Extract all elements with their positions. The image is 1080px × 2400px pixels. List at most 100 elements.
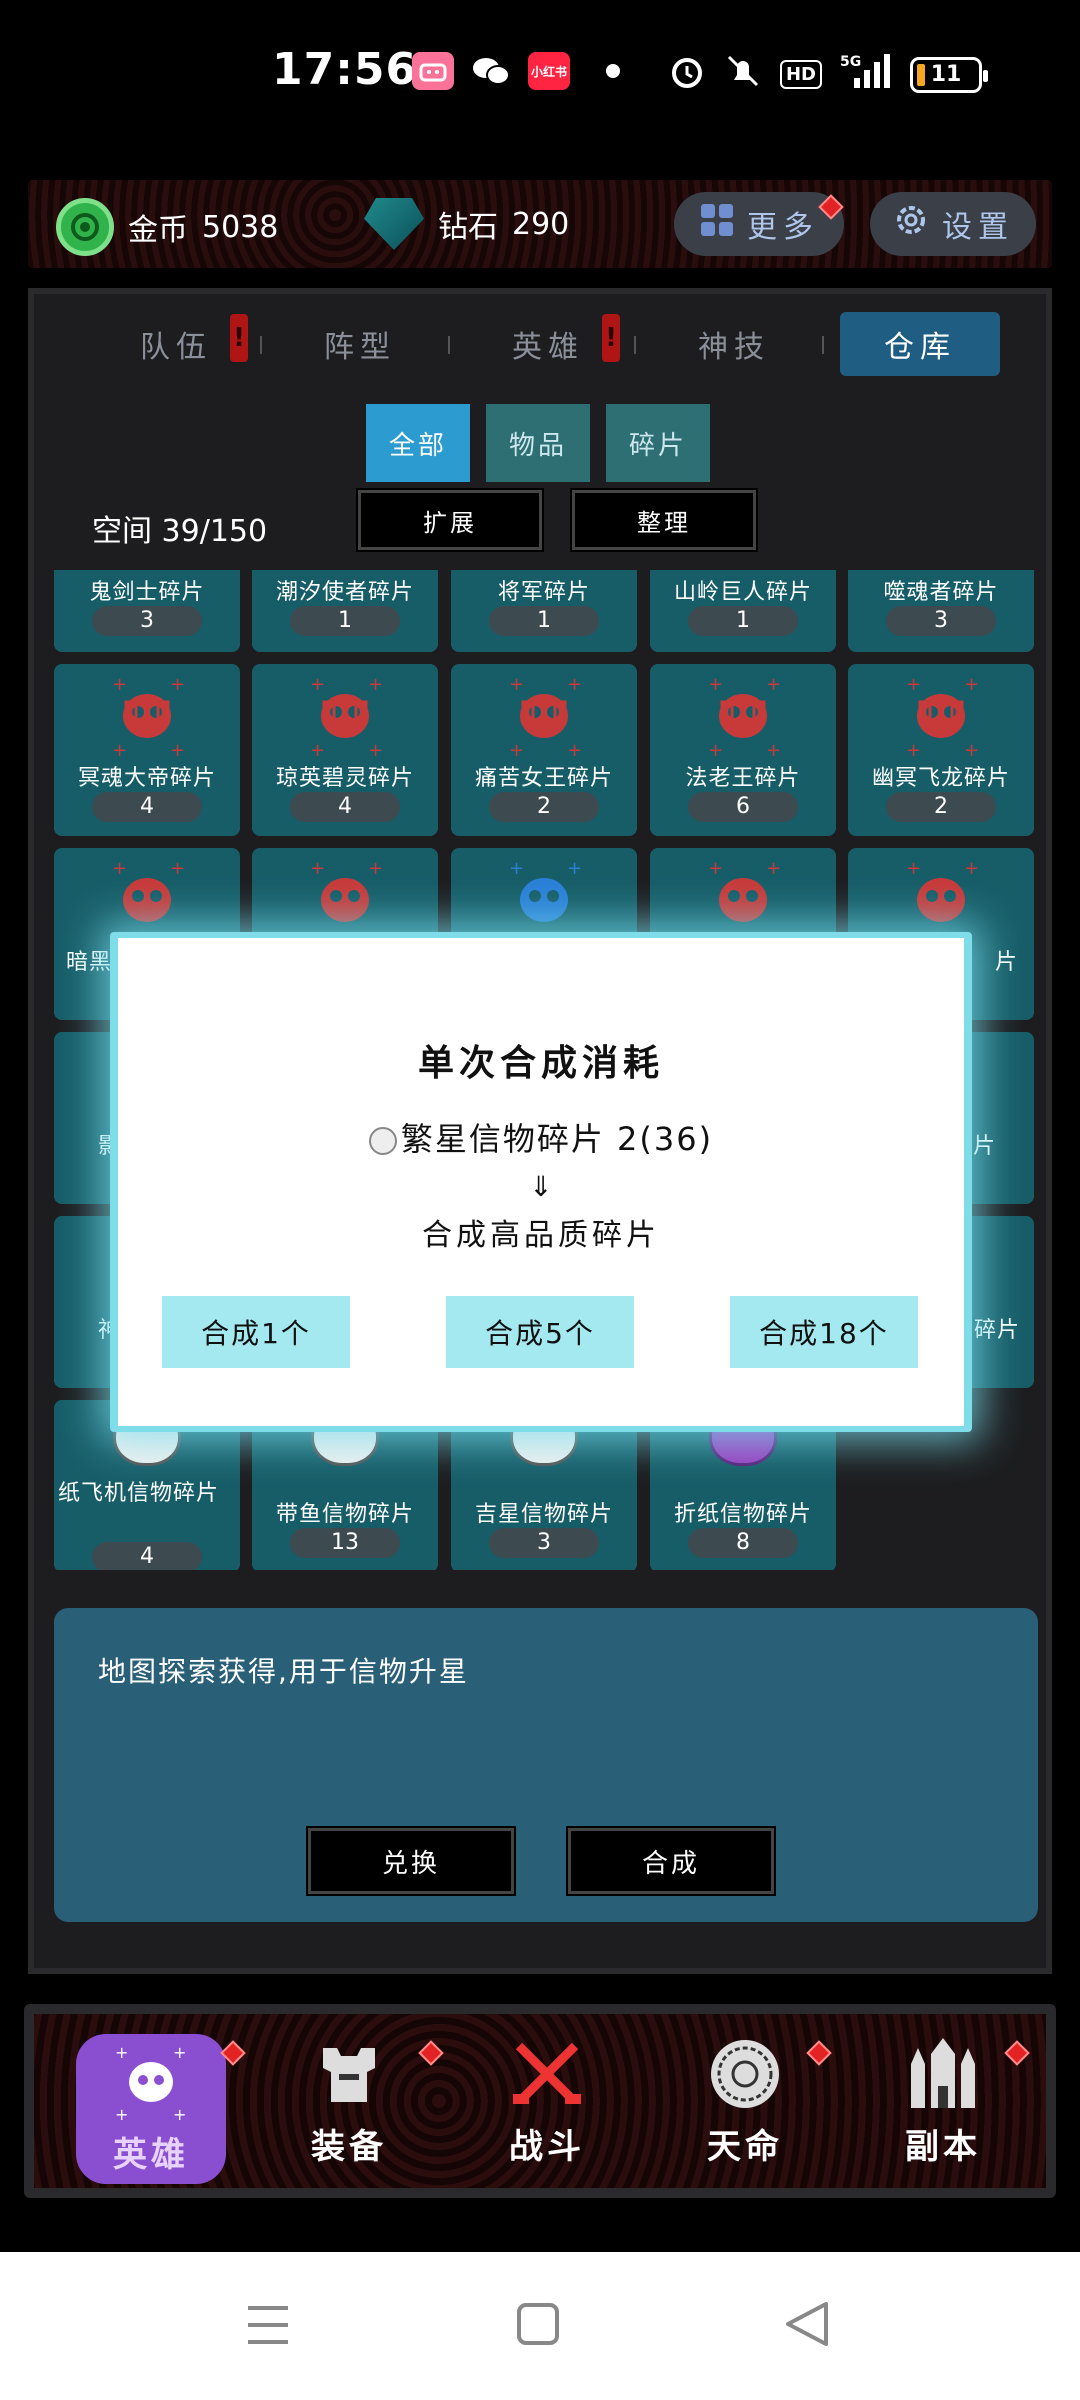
more-button[interactable]: 更多 (674, 192, 844, 256)
system-nav-bar (0, 2252, 1080, 2400)
fragment-name: 幽冥飞龙碎片 (871, 766, 1010, 791)
back-triangle-icon[interactable] (784, 2300, 830, 2352)
svg-text:+: + (173, 2105, 186, 2122)
nav-destiny[interactable]: 天命 (670, 2026, 820, 2176)
synthesize-1-button[interactable]: 合成1个 (162, 1296, 350, 1368)
fragment-name: 带鱼信物碎片 (275, 1502, 414, 1527)
fragment-cell[interactable]: 潮汐使者碎片 1 (252, 570, 438, 652)
status-bar: 17:56 小红书 HD 5G 11 (0, 0, 1080, 140)
fragment-count: 1 (688, 606, 798, 636)
settings-label: 设置 (942, 210, 1014, 245)
fragment-count: 6 (688, 792, 798, 822)
storage-space: 空间 39/150 (92, 514, 268, 549)
fragment-count: 3 (489, 1528, 599, 1558)
fragment-name: 鬼剑士碎片 (89, 580, 205, 605)
sort-button[interactable]: 整理 (570, 488, 758, 552)
fragment-name: 冥魂大帝碎片 (77, 766, 216, 791)
svg-text:+: + (509, 858, 524, 879)
tab-formation[interactable]: 阵型 (280, 312, 440, 376)
svg-text:+: + (708, 858, 723, 879)
fragment-cell[interactable]: + + + + 冥魂大帝碎片 4 (54, 664, 240, 836)
svg-text:+: + (906, 858, 921, 879)
skull-totem-icon: + + (509, 858, 582, 922)
fragment-cell[interactable]: + + + + 痛苦女王碎片 2 (451, 664, 637, 836)
svg-text:+: + (766, 740, 781, 760)
tab-warehouse[interactable]: 仓库 (840, 312, 1000, 376)
svg-text:+: + (173, 2043, 186, 2062)
svg-text:+: + (567, 674, 582, 695)
tab-skill[interactable]: 神技 (654, 312, 814, 376)
nav-equipment[interactable]: 装备 (274, 2026, 424, 2176)
fragment-cell[interactable]: + + + + 琼英碧灵碎片 4 (252, 664, 438, 836)
fragment-cell[interactable]: 将军碎片 1 (451, 570, 637, 652)
synthesis-dialog: 单次合成消耗 繁星信物碎片 2(36) ⇓ 合成高品质碎片 合成1个 合成5个 … (118, 938, 964, 1426)
fragment-cell[interactable]: 山岭巨人碎片 1 (650, 570, 836, 652)
hd-icon: HD (779, 60, 822, 89)
wechat-icon (470, 52, 512, 90)
item-description: 地图探索获得,用于信物升星 (98, 1655, 469, 1688)
settings-button[interactable]: 设置 (870, 192, 1036, 256)
fragment-count: 4 (92, 792, 202, 822)
svg-text:+: + (766, 674, 781, 695)
filter-all[interactable]: 全部 (366, 404, 470, 482)
5g-signal-icon: 5G (840, 52, 892, 97)
hero-skull-icon: + + + + (106, 2037, 196, 2127)
skull-totem-icon: + + (112, 858, 185, 922)
bottom-nav: + + + + 英雄 装备 战斗 天命 副本 (24, 2004, 1056, 2198)
fragment-name: 法老王碎片 (685, 766, 801, 791)
diamond-value: 290 (512, 206, 570, 242)
synthesize-18-button[interactable]: 合成18个 (730, 1296, 918, 1368)
diamond-display: 钻石 290 (364, 198, 569, 250)
fragment-cell[interactable]: 噬魂者碎片 3 (848, 570, 1034, 652)
filter-items[interactable]: 物品 (486, 404, 590, 482)
nav-hero[interactable]: + + + + 英雄 (76, 2034, 226, 2184)
svg-text:+: + (567, 858, 582, 879)
svg-text:5G: 5G (840, 54, 861, 70)
svg-text:+: + (906, 674, 921, 695)
svg-text:+: + (115, 2105, 128, 2122)
svg-text:+: + (964, 740, 979, 760)
nav-battle[interactable]: 战斗 (472, 2026, 622, 2176)
grid-icon (699, 202, 735, 246)
svg-text:+: + (708, 740, 723, 760)
fragment-count: 3 (886, 606, 996, 636)
fragment-count: 4 (92, 1542, 202, 1570)
nav-dungeon[interactable]: 副本 (868, 2026, 1018, 2176)
menu-icon[interactable] (246, 2302, 290, 2352)
alarm-icon (668, 52, 706, 97)
synthesize-button[interactable]: 合成 (566, 1826, 776, 1896)
svg-text:+: + (368, 740, 383, 760)
svg-text:+: + (170, 858, 185, 879)
fragment-name: 折纸信物碎片 (673, 1502, 812, 1527)
cost-text: 繁星信物碎片 2(36) (400, 1120, 714, 1158)
armor-icon (304, 2029, 394, 2119)
resource-bar: 金币 5038 钻石 290 更多 设置 (28, 180, 1052, 268)
tab-team-alert-icon: ! (230, 314, 248, 362)
down-arrow-icon: ⇓ (529, 1170, 553, 1203)
fragment-count: 4 (290, 792, 400, 822)
diamond-icon (364, 198, 424, 250)
coin-value: 5038 (202, 209, 279, 245)
destiny-medallion-icon (700, 2029, 790, 2119)
svg-text:+: + (112, 740, 127, 760)
skull-totem-icon: + + (906, 858, 979, 922)
synthesize-5-button[interactable]: 合成5个 (446, 1296, 634, 1368)
fragment-count: 2 (886, 792, 996, 822)
filter-fragments[interactable]: 碎片 (606, 404, 710, 482)
fragment-name: 噬魂者碎片 (883, 580, 999, 605)
fragment-name: 纸飞机信物碎片 (58, 1481, 220, 1506)
home-square-icon[interactable] (516, 2302, 560, 2350)
svg-text:+: + (708, 674, 723, 695)
fragment-cell[interactable]: + + + + 幽冥飞龙碎片 2 (848, 664, 1034, 836)
expand-button[interactable]: 扩展 (356, 488, 544, 552)
svg-text:+: + (170, 740, 185, 760)
skull-totem-icon: + + + + (906, 674, 979, 760)
tab-hero-alert-icon: ! (602, 314, 620, 362)
svg-text:+: + (310, 740, 325, 760)
svg-text:+: + (906, 740, 921, 760)
exchange-button[interactable]: 兑换 (306, 1826, 516, 1896)
svg-text:+: + (964, 674, 979, 695)
fragment-cell[interactable]: + + + + 法老王碎片 6 (650, 664, 836, 836)
fragment-cell[interactable]: 鬼剑士碎片 3 (54, 570, 240, 652)
svg-text:+: + (509, 674, 524, 695)
